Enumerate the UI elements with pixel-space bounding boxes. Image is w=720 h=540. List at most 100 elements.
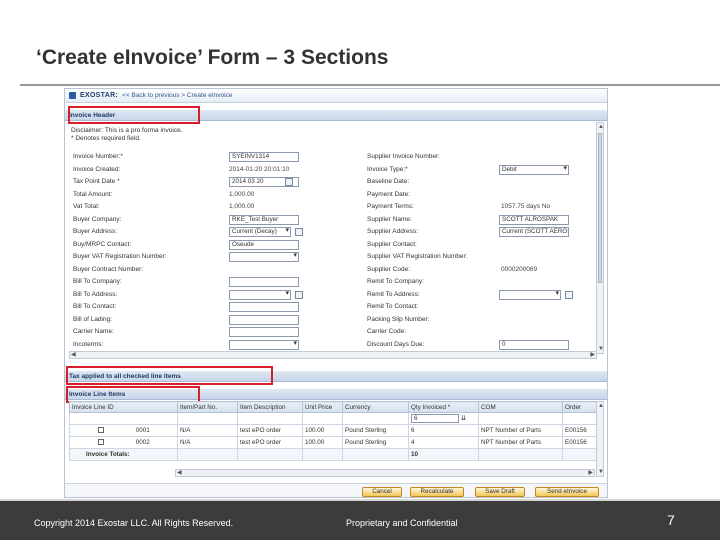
recalculate-button[interactable]: Recalculate	[410, 487, 464, 497]
field-select[interactable]: Debit	[499, 164, 569, 175]
apply-down-icon[interactable]: ⇊	[461, 415, 466, 422]
form-notice: Disclaimer: This is a pro forma invoice.…	[71, 127, 183, 143]
column-header[interactable]: Currency	[342, 401, 409, 413]
field-label: Buyer VAT Registration Number:	[73, 253, 167, 260]
scroll-up-icon[interactable]: ▲	[598, 124, 604, 130]
scroll-right-icon[interactable]: ▶	[588, 470, 593, 476]
address-book-icon[interactable]	[295, 228, 303, 236]
totals-qty: 10	[408, 448, 479, 461]
order-cell: E00156	[562, 424, 598, 437]
field-input[interactable]	[229, 314, 299, 325]
unit-price-cell: 100.00	[302, 436, 343, 449]
action-button-bar: Cancel Recalculate Save Draft Send eInvo…	[65, 483, 607, 497]
header-vertical-scrollbar[interactable]: ▲ ▼	[596, 122, 604, 354]
scroll-thumb[interactable]	[598, 133, 602, 283]
field-input[interactable]	[229, 277, 299, 287]
line-items-table: Invoice Line ID Item/Part No. Item Descr…	[69, 401, 598, 461]
scroll-left-icon[interactable]: ◀	[177, 470, 182, 476]
line-id: 0001	[135, 427, 150, 434]
scroll-right-icon[interactable]: ▶	[590, 352, 595, 358]
qty-apply-input[interactable]: 6	[411, 414, 459, 423]
field-input[interactable]: SYEINV1314	[229, 152, 299, 162]
app-topbar: EXOSTAR: << Back to previous > Create eI…	[65, 89, 607, 103]
qty-cell[interactable]: 6	[408, 424, 479, 437]
field-label: Bill To Address:	[73, 290, 118, 298]
save-draft-button[interactable]: Save Draft	[475, 487, 525, 497]
field-value: 1,000.00	[229, 203, 255, 210]
field-input[interactable]	[229, 302, 299, 312]
scroll-down-icon[interactable]: ▼	[598, 346, 604, 352]
field-value: 0000200069	[501, 265, 538, 273]
field-label: Supplier Contact:	[367, 240, 417, 248]
form-row: Invoice Number:* SYEINV1314 Supplier Invoi…	[71, 151, 591, 164]
field-label: Incoterms:	[73, 340, 104, 348]
field-input[interactable]	[229, 327, 299, 337]
app-brand: EXOSTAR:	[80, 92, 119, 99]
form-row: Bill To Contact: Remit To Contact:	[71, 301, 591, 314]
breadcrumb[interactable]: << Back to previous > Create eInvoice	[122, 92, 232, 99]
form-row: Buyer VAT Registration Number: Supplier V…	[71, 251, 591, 264]
field-label: Supplier Address:	[367, 228, 418, 235]
address-book-icon[interactable]	[295, 290, 303, 299]
column-header[interactable]: Item/Part No.	[177, 401, 238, 413]
calendar-icon[interactable]	[285, 178, 293, 186]
field-label: Buyer Contract Number:	[73, 265, 144, 273]
field-value: 2014-01-20 20:01:10	[229, 165, 290, 173]
scroll-down-icon[interactable]: ▼	[598, 469, 604, 475]
field-select[interactable]: Current (Decay)	[229, 227, 291, 237]
invoice-header-highlight	[68, 106, 200, 124]
totals-row: Invoice Totals: 10	[69, 448, 598, 461]
copyright-text: Copyright 2014 Exostar LLC. All Rights R…	[34, 518, 234, 528]
line-checkbox[interactable]	[98, 439, 104, 446]
field-label: Carrier Name:	[73, 328, 114, 335]
part-cell: N/A	[177, 424, 238, 437]
field-input[interactable]: Current (SCOTT AEROSPA	[499, 227, 569, 237]
required-note: * Denotes required field.	[71, 135, 141, 142]
form-row: Buy/MRPC Contact: Oseude Supplier Contact:	[71, 239, 591, 252]
tax-section-highlight	[66, 366, 273, 385]
field-label: Total Amount:	[73, 190, 113, 198]
scroll-left-icon[interactable]: ◀	[71, 352, 76, 358]
field-select[interactable]	[229, 289, 291, 300]
form-row: Total Amount: 1,000.00 Payment Date:	[71, 189, 591, 202]
line-checkbox[interactable]	[98, 427, 104, 434]
field-label: Baseline Date:	[367, 178, 410, 185]
column-header[interactable]: Invoice Line ID	[69, 401, 178, 413]
field-select[interactable]	[229, 339, 299, 350]
table-row: 0001 N/A test ePO order 100.00 Pound Ste…	[69, 424, 598, 437]
field-input[interactable]: Oseude	[229, 239, 299, 250]
field-select[interactable]	[229, 252, 299, 262]
com-cell: NPT Number of Parts	[478, 436, 563, 449]
column-header[interactable]: Order	[562, 401, 598, 413]
title-divider	[20, 84, 720, 86]
page-number: 7	[667, 512, 675, 528]
column-header[interactable]: Item Description	[237, 401, 303, 413]
lines-vertical-scrollbar[interactable]: ▲ ▼	[596, 401, 604, 477]
field-label: Packing Slip Number:	[367, 315, 430, 323]
com-cell: NPT Number of Parts	[478, 424, 563, 437]
field-label: Remit To Address:	[367, 290, 420, 298]
field-label: Remit To Contact:	[367, 303, 419, 310]
form-row: Incoterms: Discount Days Due: 0	[71, 339, 591, 352]
column-header[interactable]: Qty Invoiced *	[408, 401, 479, 413]
table-header-row: Invoice Line ID Item/Part No. Item Descr…	[69, 401, 598, 413]
field-label: Discount Days Due:	[367, 340, 425, 348]
disclaimer-text: Disclaimer: This is a pro forma invoice.	[71, 127, 183, 134]
form-row: Buyer Address: Current (Decay) Supplier Ad…	[71, 226, 591, 239]
qty-cell[interactable]: 4	[408, 436, 479, 449]
field-input[interactable]: RKE_Test Buyer	[229, 214, 299, 225]
einvoice-screenshot: EXOSTAR: << Back to previous > Create eI…	[64, 88, 608, 498]
field-label: Buy/MRPC Contact:	[73, 240, 132, 248]
send-einvoice-button[interactable]: Send eInvoice	[535, 487, 599, 497]
field-input[interactable]: SCOTT ALROSPAK	[499, 214, 569, 225]
column-header[interactable]: COM	[478, 401, 563, 413]
address-book-icon[interactable]	[565, 290, 573, 299]
header-horizontal-scrollbar[interactable]: ◀ ▶	[69, 351, 597, 359]
scroll-up-icon[interactable]: ▲	[598, 403, 604, 409]
cancel-button[interactable]: Cancel	[362, 487, 402, 497]
field-select[interactable]	[499, 289, 561, 300]
lines-horizontal-scrollbar[interactable]: ◀ ▶	[175, 469, 595, 477]
column-header[interactable]: Unit Price	[302, 401, 343, 413]
field-input[interactable]: 0	[499, 339, 569, 350]
field-label: Bill of Lading:	[73, 315, 113, 323]
